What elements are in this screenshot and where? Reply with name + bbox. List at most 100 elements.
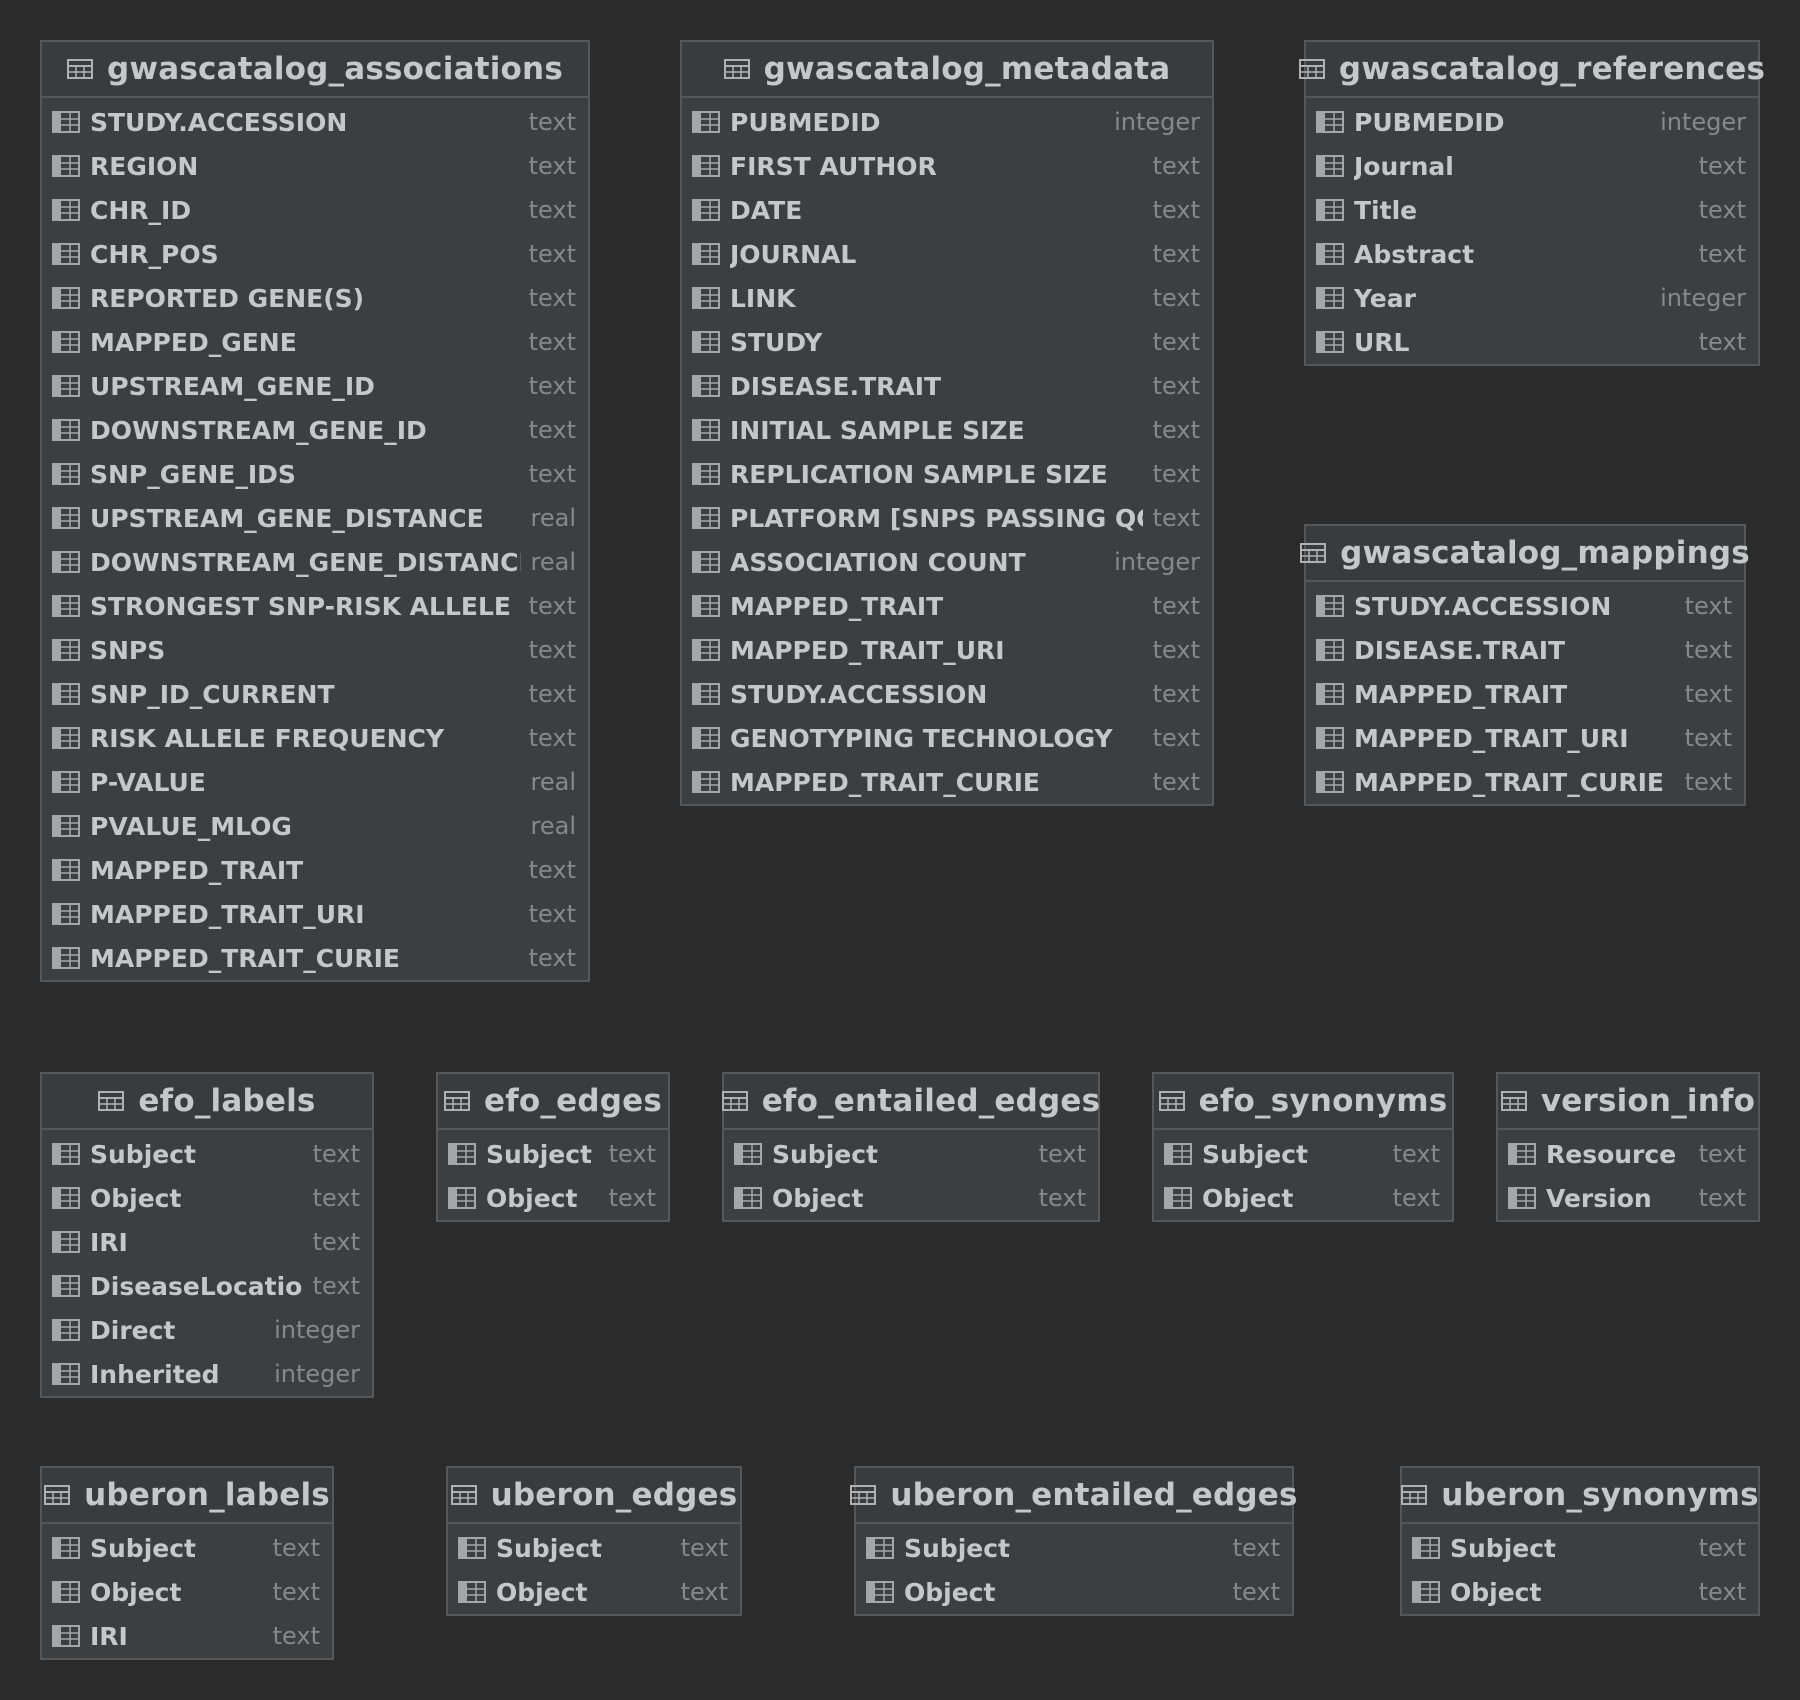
column-row[interactable]: SNP_ID_CURRENT text [42,672,588,716]
table-gwascatalog-mappings[interactable]: gwascatalog_mappings STUDY.ACCESSION text D… [1300,524,1750,806]
column-row[interactable]: UPSTREAM_GENE_ID text [42,364,588,408]
column-row[interactable]: LINK text [682,276,1212,320]
column-row[interactable]: Object text [724,1176,1098,1220]
table-gwascatalog-references[interactable]: gwascatalog_references PUBMEDID integer Jou… [1298,40,1765,366]
column-row[interactable]: Object text [438,1176,668,1220]
column-row[interactable]: PUBMEDID integer [682,100,1212,144]
column-row[interactable]: P-VALUE real [42,760,588,804]
column-row[interactable]: STUDY.ACCESSION text [1306,584,1744,628]
column-row[interactable]: GENOTYPING TECHNOLOGY text [682,716,1212,760]
column-row[interactable]: Object text [42,1176,372,1220]
table-header[interactable]: uberon_edges [448,1468,740,1524]
table-header[interactable]: uberon_synonyms [1401,1468,1759,1524]
column-row[interactable]: DOWNSTREAM_GENE_ID text [42,408,588,452]
table-header[interactable]: gwascatalog_metadata [682,42,1212,98]
table-uberon-labels[interactable]: uberon_labels Subject text Object text IRI tex… [40,1466,334,1660]
column-row[interactable]: STRONGEST SNP-RISK ALLELE text [42,584,588,628]
column-row[interactable]: Object text [42,1570,332,1614]
table-gwascatalog-associations[interactable]: gwascatalog_associations STUDY.ACCESSION t… [40,40,590,982]
column-row[interactable]: MAPPED_TRAIT_CURIE text [682,760,1212,804]
column-row[interactable]: PLATFORM [SNPS PASSING QC] text [682,496,1212,540]
column-row[interactable]: Direct integer [42,1308,372,1352]
column-row[interactable]: JOURNAL text [682,232,1212,276]
column-row[interactable]: MAPPED_TRAIT text [42,848,588,892]
column-row[interactable]: Subject text [42,1132,372,1176]
table-uberon-entailed-edges[interactable]: uberon_entailed_edges Subject text Object te… [850,1466,1297,1616]
column-row[interactable]: MAPPED_TRAIT_URI text [1306,716,1744,760]
column-row[interactable]: Subject text [42,1526,332,1570]
column-row[interactable]: Abstract text [1306,232,1758,276]
column-row[interactable]: Object text [1154,1176,1452,1220]
column-row[interactable]: Object text [1402,1570,1758,1614]
column-type: text [528,328,576,356]
column-row[interactable]: Subject text [856,1526,1292,1570]
column-row[interactable]: STUDY.ACCESSION text [682,672,1212,716]
column-row[interactable]: DISEASE.TRAIT text [682,364,1212,408]
table-uberon-edges[interactable]: uberon_edges Subject text Object text [446,1466,742,1616]
column-row[interactable]: STUDY.ACCESSION text [42,100,588,144]
column-row[interactable]: Subject text [724,1132,1098,1176]
column-row[interactable]: FIRST AUTHOR text [682,144,1212,188]
column-row[interactable]: MAPPED_TRAIT_URI text [682,628,1212,672]
column-row[interactable]: MAPPED_TRAIT text [682,584,1212,628]
column-row[interactable]: Resource text [1498,1132,1758,1176]
table-efo-edges[interactable]: efo_edges Subject text Object text [436,1072,670,1222]
table-header[interactable]: version_info [1498,1074,1758,1130]
column-row[interactable]: Subject text [448,1526,740,1570]
column-row[interactable]: SNP_GENE_IDS text [42,452,588,496]
column-type: text [528,944,576,972]
column-row[interactable]: Journal text [1306,144,1758,188]
column-row[interactable]: STUDY text [682,320,1212,364]
column-icon [52,551,80,573]
column-row[interactable]: Year integer [1306,276,1758,320]
column-row[interactable]: MAPPED_GENE text [42,320,588,364]
column-row[interactable]: Subject text [1154,1132,1452,1176]
column-row[interactable]: RISK ALLELE FREQUENCY text [42,716,588,760]
table-efo-synonyms[interactable]: efo_synonyms Subject text Object text [1152,1072,1454,1222]
column-row[interactable]: Subject text [1402,1526,1758,1570]
column-row[interactable]: INITIAL SAMPLE SIZE text [682,408,1212,452]
table-uberon-synonyms[interactable]: uberon_synonyms Subject text Object text [1400,1466,1760,1616]
column-row[interactable]: Version text [1498,1176,1758,1220]
column-row[interactable]: CHR_ID text [42,188,588,232]
table-header[interactable]: efo_synonyms [1154,1074,1452,1130]
table-header[interactable]: gwascatalog_references [1298,42,1765,98]
column-row[interactable]: REGION text [42,144,588,188]
column-row[interactable]: MAPPED_TRAIT_CURIE text [1306,760,1744,804]
column-row[interactable]: MAPPED_TRAIT_URI text [42,892,588,936]
column-row[interactable]: Object text [448,1570,740,1614]
column-row[interactable]: DISEASE.TRAIT text [1306,628,1744,672]
table-header[interactable]: gwascatalog_associations [42,42,588,98]
column-row[interactable]: REPLICATION SAMPLE SIZE text [682,452,1212,496]
table-header[interactable]: gwascatalog_mappings [1300,526,1750,582]
column-row[interactable]: MAPPED_TRAIT text [1306,672,1744,716]
table-version-info[interactable]: version_info Resource text Version text [1496,1072,1760,1222]
column-row[interactable]: URL text [1306,320,1758,364]
column-row[interactable]: CHR_POS text [42,232,588,276]
column-row[interactable]: ASSOCIATION COUNT integer [682,540,1212,584]
column-row[interactable]: Object text [856,1570,1292,1614]
column-name: MAPPED_TRAIT_CURIE [1354,767,1664,797]
table-header[interactable]: efo_edges [438,1074,668,1130]
column-row[interactable]: DiseaseLocation text [42,1264,372,1308]
column-row[interactable]: DOWNSTREAM_GENE_DISTANCE real [42,540,588,584]
column-row[interactable]: DATE text [682,188,1212,232]
column-row[interactable]: SNPS text [42,628,588,672]
table-header[interactable]: uberon_entailed_edges [850,1468,1297,1524]
table-header[interactable]: efo_entailed_edges [721,1074,1100,1130]
column-row[interactable]: REPORTED GENE(S) text [42,276,588,320]
table-gwascatalog-metadata[interactable]: gwascatalog_metadata PUBMEDID integer FIRST… [680,40,1214,806]
column-row[interactable]: UPSTREAM_GENE_DISTANCE real [42,496,588,540]
column-row[interactable]: IRI text [42,1614,332,1658]
table-header[interactable]: uberon_labels [42,1468,332,1524]
column-row[interactable]: PVALUE_MLOG real [42,804,588,848]
column-row[interactable]: PUBMEDID integer [1306,100,1758,144]
column-row[interactable]: IRI text [42,1220,372,1264]
column-row[interactable]: Subject text [438,1132,668,1176]
table-efo-labels[interactable]: efo_labels Subject text Object text IRI text Di… [40,1072,374,1398]
table-efo-entailed-edges[interactable]: efo_entailed_edges Subject text Object text [721,1072,1100,1222]
column-row[interactable]: Title text [1306,188,1758,232]
column-row[interactable]: Inherited integer [42,1352,372,1396]
table-header[interactable]: efo_labels [42,1074,372,1130]
column-row[interactable]: MAPPED_TRAIT_CURIE text [42,936,588,980]
